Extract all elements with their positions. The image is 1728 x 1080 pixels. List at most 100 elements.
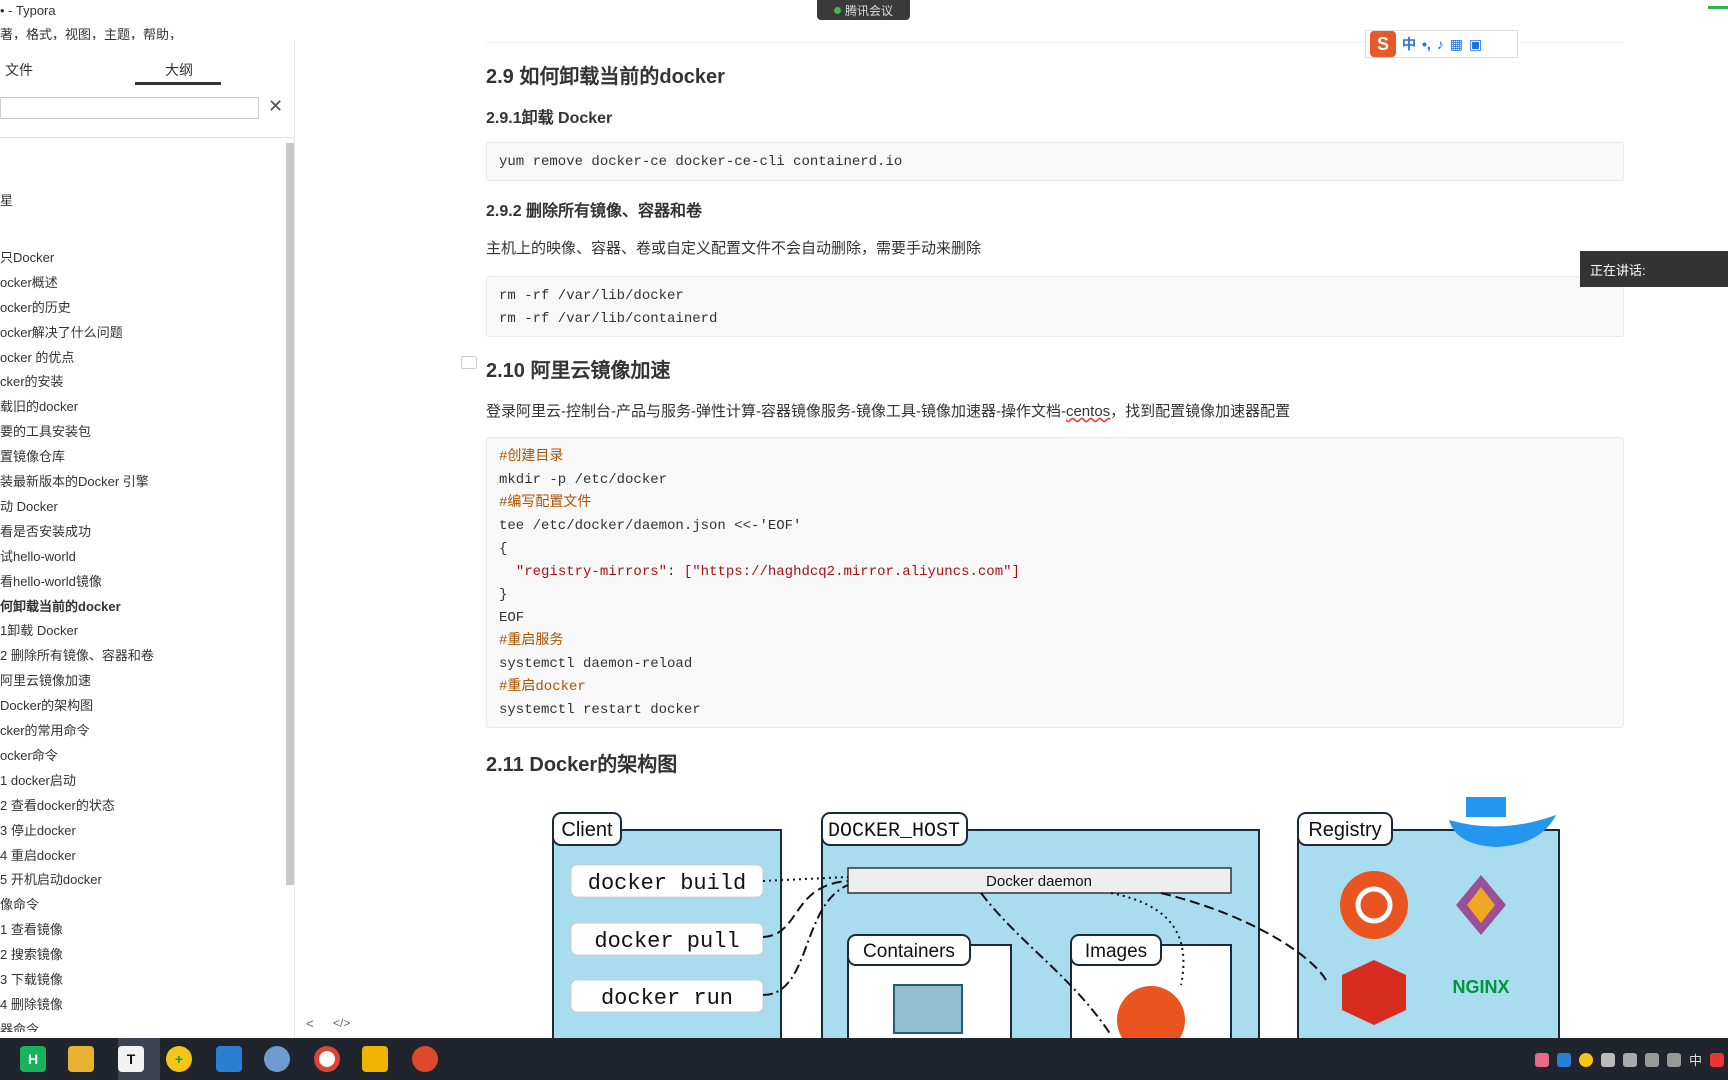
outline-item[interactable]: 何卸载当前的docker [0,596,121,615]
ime-language[interactable]: 中 [1402,34,1416,54]
outline-item[interactable]: 动 Docker [0,496,58,515]
code-line: rm -rf /var/lib/containerd [499,311,718,327]
close-icon[interactable]: ✕ [268,96,283,117]
outline-item[interactable]: 2 删除所有镜像、容器和卷 [0,645,154,664]
outline-item[interactable]: ocker命令 [0,745,58,764]
outline-item[interactable]: 要的工具安装包 [0,421,91,440]
outline-item[interactable]: 装最新版本的Docker 引擎 [0,471,149,490]
file-explorer-icon[interactable] [68,1046,94,1072]
client-label: Client [561,819,613,841]
outline-item[interactable]: Docker的架构图 [0,695,93,714]
window-title: • - Typora [0,3,56,18]
microphone-icon[interactable] [1600,1052,1615,1067]
outline-item[interactable]: 2 搜索镜像 [0,944,63,963]
outline-item[interactable]: 看hello-world镜像 [0,571,102,590]
architecture-diagram: Client docker build docker pull docker r… [552,797,1560,1040]
toolbox-icon[interactable]: ▣ [1469,36,1482,53]
outline-item[interactable]: 星 [0,190,13,209]
code-line: EOF [499,610,525,626]
window-accent [1708,6,1728,9]
chrome-icon[interactable] [314,1046,340,1072]
hbuilder-icon[interactable]: H [20,1046,46,1072]
code-comment: #重启docker [499,679,586,695]
volume-icon[interactable] [1644,1052,1659,1067]
notes-icon[interactable] [362,1046,388,1072]
outline-item[interactable]: cker的常用命令 [0,720,90,739]
browser-icon[interactable] [412,1046,438,1072]
docker-containers-icon [1466,797,1506,817]
outline-item[interactable]: 4 删除镜像 [0,994,63,1013]
heading-2-9-1: 2.9.1卸载 Docker [486,110,613,127]
meeting-label: 腾讯会议 [844,3,893,18]
containers-label: Containers [863,941,955,962]
outline-item[interactable]: 载旧的docker [0,396,78,415]
tray-photos-icon[interactable] [1556,1052,1571,1067]
outline-item[interactable]: cker的安装 [0,371,64,390]
sidebar-scrollbar[interactable] [286,143,294,885]
recording-dot-icon [833,6,841,14]
paragraph-cleanup: 主机上的映像、容器、卷或自定义配置文件不会自动删除，需要手动来删除 [486,240,982,257]
outline-item[interactable]: 5 开机启动docker [0,869,102,888]
outline-item[interactable]: 1 docker启动 [0,770,76,789]
tab-outline[interactable]: 大纲 [165,60,193,80]
outline-item[interactable]: 2 查看docker的状态 [0,795,115,814]
outline-item[interactable]: 1卸载 Docker [0,620,78,639]
tab-files[interactable]: 文件 [5,60,33,80]
tray-add-icon[interactable] [1578,1052,1593,1067]
keyboard-icon[interactable]: ▦ [1450,36,1463,53]
network-icon[interactable] [1622,1052,1637,1067]
ime-indicator[interactable]: 中 [1689,1050,1702,1069]
registry-box [1297,829,1560,1040]
outline-item[interactable]: 3 下载镜像 [0,969,63,988]
container-icon [893,984,963,1034]
taskbar [0,1038,1728,1080]
outline-item[interactable]: 像命令 [0,894,39,913]
tray-app-icon[interactable] [1534,1052,1549,1067]
add-app-icon[interactable]: + [166,1046,192,1072]
paragraph-marker-icon[interactable] [461,356,477,369]
outline-item[interactable]: ocker的历史 [0,297,71,316]
outline-item[interactable]: ocker概述 [0,272,58,291]
code-block-remove[interactable]: rm -rf /var/lib/docker rm -rf /var/lib/c… [486,276,1624,337]
code-line: { [499,541,508,557]
typora-icon[interactable]: T [118,1046,144,1072]
divider [0,137,294,138]
outline-item[interactable]: 1 查看镜像 [0,919,63,938]
ime-toolbar[interactable]: S 中 •, ♪ ▦ ▣ [1365,30,1518,58]
meeting-indicator[interactable]: 腾讯会议 [817,0,910,20]
display-icon[interactable] [1666,1052,1681,1067]
outline-item[interactable]: 3 停止docker [0,820,76,839]
heading-2-10: 2.10 阿里云镜像加速 [486,360,671,382]
outline-item[interactable]: 4 重启docker [0,845,76,864]
code-line: systemctl daemon-reload [499,656,693,672]
code-block-mirror[interactable]: #创建目录 mkdir -p /etc/docker #编写配置文件 tee /… [486,437,1624,728]
code-block-uninstall[interactable]: yum remove docker-ce docker-ce-cli conta… [486,142,1624,181]
microphone-icon[interactable]: ♪ [1437,36,1444,52]
outline-item[interactable]: 只Docker [0,247,54,266]
docker-pull-label: docker pull [594,929,739,954]
ubuntu-icon [1340,871,1408,939]
outline-item[interactable]: 看是否安装成功 [0,521,91,540]
source-code-mode-icon[interactable]: </> [333,1016,350,1030]
outline-item[interactable]: ocker解决了什么问题 [0,322,123,341]
speaking-panel: 正在讲话: [1580,251,1728,287]
punctuation-icon[interactable]: •, [1422,36,1431,52]
code-line: mkdir -p /etc/docker [499,472,668,488]
sidebar: 文件 大纲 ✕ 星只Docker ocker概述 ocker的历史 ocker解决了什… [0,40,295,1038]
code-comment: #编写配置文件 [499,495,592,511]
outline-item[interactable]: 阿里云镜像加速 [0,670,91,689]
outline-item[interactable]: 器命令 [0,1019,39,1032]
notification-icon[interactable] [1710,1052,1724,1067]
collapse-sidebar-icon[interactable]: < [306,1016,314,1031]
code-line: tee /etc/docker/daemon.json <<-'EOF' [499,518,802,534]
outline-item[interactable]: ocker 的优点 [0,347,74,366]
outline-search-input[interactable] [0,97,259,119]
paragraph-aliyun: 登录阿里云-控制台-产品与服务-弹性计算-容器镜像服务-镜像工具-镜像加速器-操… [486,400,1290,421]
code-line: systemctl restart docker [499,702,701,718]
outline-item[interactable]: 置镜像仓库 [0,446,65,465]
photos-icon[interactable] [216,1046,242,1072]
outline-item[interactable]: 试hello-world [0,546,76,565]
system-tray[interactable]: 中 [1534,1050,1724,1069]
code-comment: #创建目录 [499,449,564,465]
paint-icon[interactable] [264,1046,290,1072]
